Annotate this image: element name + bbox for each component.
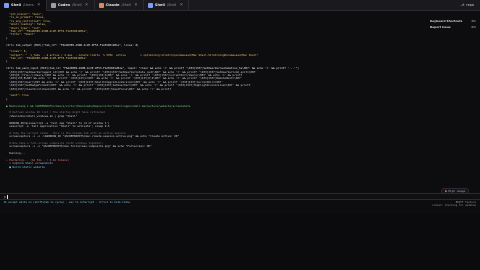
tab-label: Codex: [57, 3, 71, 7]
terminal-icon: [4, 2, 9, 8]
prompt-input[interactable]: ❯: [0, 193, 480, 200]
tab-bar: Shell /Users × Codex /Shell × Claude /Sh…: [0, 0, 480, 11]
side-item-label: Keyboard Shortcuts: [430, 19, 463, 23]
terminal-icon: [50, 2, 56, 8]
close-icon[interactable]: ×: [36, 2, 42, 8]
terminal-output[interactable]: "pit_branch": "main", "is_on_prompt": fa…: [6, 13, 426, 213]
tab-label: Shell: [11, 3, 22, 7]
tab-subtitle: /Shell: [121, 3, 131, 7]
tab-label: Shell: [154, 3, 165, 7]
side-item-report[interactable]: Report Issue ⌘R: [430, 24, 476, 30]
side-item-label: Report Issue: [430, 25, 451, 29]
text-caret: [6, 194, 9, 199]
close-icon[interactable]: ×: [84, 2, 90, 8]
status-right-2: Latest: Checking for updates: [432, 204, 476, 208]
branch-icon: ⎇: [460, 3, 465, 7]
repo-indicator[interactable]: ⎇ repo: [454, 3, 480, 7]
close-icon[interactable]: ×: [133, 2, 139, 8]
tab-subtitle: /Users: [23, 3, 34, 7]
repo-label: repo: [466, 3, 474, 7]
status-hint: ⏵⏵ accept edits on (shift+tab to cycle) …: [4, 201, 130, 204]
side-panel: Keyboard Shortcuts ⌘K Report Issue ⌘R: [430, 18, 476, 30]
claude-icon: [98, 2, 104, 8]
tab-subtitle: /Shell: [72, 3, 82, 7]
side-item-value: ⌘R: [471, 25, 476, 29]
terminal-icon: [147, 2, 153, 8]
tab-shell-2[interactable]: Shell /Shell ×: [144, 0, 190, 11]
close-icon[interactable]: ×: [178, 2, 184, 8]
tab-codex[interactable]: Codex /Shell ×: [47, 0, 95, 11]
tab-subtitle: /Shell: [166, 3, 177, 7]
terminal-line: ■ Build static website: [6, 164, 45, 169]
tab-claude[interactable]: Claude /Shell ×: [95, 0, 144, 11]
tab-label: Claude: [105, 3, 120, 7]
tab-shell-1[interactable]: Shell /Users ×: [0, 0, 47, 11]
empty-area: [0, 214, 480, 270]
status-bar: ⏵⏵ accept edits on (shift+tab to cycle) …: [0, 200, 480, 214]
prompt-chevron-icon: ❯: [4, 194, 6, 199]
side-item-value: ⌘K: [471, 19, 476, 23]
